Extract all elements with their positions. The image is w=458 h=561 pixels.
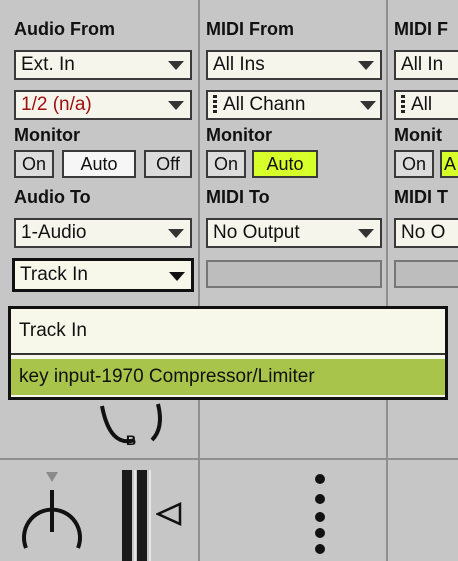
- more-dots-icon[interactable]: [314, 474, 326, 561]
- monitor-auto-button[interactable]: Auto: [62, 150, 136, 178]
- monitor-label: Monitor: [14, 125, 80, 145]
- audio-from-label: Audio From: [14, 19, 115, 39]
- dropdown-arrow-icon: [168, 229, 184, 238]
- empty-slot: [206, 260, 382, 288]
- section-divider: [0, 458, 458, 460]
- midi-from-label: MIDI F: [394, 19, 448, 39]
- dropdown-arrow-icon: [358, 229, 374, 238]
- midi-channel-icon: [401, 94, 405, 113]
- monitor-label: Monit: [394, 125, 442, 145]
- knob-b-label: B: [126, 432, 137, 448]
- dropdown-arrow-icon: [169, 272, 185, 281]
- monitor-on-button[interactable]: On: [394, 150, 434, 178]
- monitor-off-button[interactable]: Off: [144, 150, 192, 178]
- audio-from-select[interactable]: Ext. In: [14, 50, 192, 80]
- midi-to-label: MIDI T: [394, 187, 448, 207]
- monitor-auto-button[interactable]: A: [440, 150, 458, 178]
- monitor-label: Monitor: [206, 125, 272, 145]
- midi-channel-select[interactable]: All Chann: [206, 90, 382, 120]
- empty-slot: [394, 260, 458, 288]
- midi-from-select[interactable]: All Ins: [206, 50, 382, 80]
- monitor-on-button[interactable]: On: [206, 150, 246, 178]
- volume-knob-icon[interactable]: [16, 470, 86, 561]
- menu-item-key-input-compressor[interactable]: key input-1970 Compressor/Limiter: [11, 359, 445, 395]
- sidechain-input-select[interactable]: Track In: [12, 258, 194, 292]
- audio-channel-select[interactable]: 1/2 (n/a): [14, 90, 192, 120]
- menu-divider: [11, 353, 445, 355]
- midi-channel-icon: [213, 94, 217, 113]
- audio-to-label: Audio To: [14, 187, 91, 207]
- audio-to-select[interactable]: 1-Audio: [14, 218, 192, 248]
- dropdown-arrow-icon: [358, 61, 374, 70]
- dropdown-arrow-icon: [168, 101, 184, 110]
- monitor-auto-button[interactable]: Auto: [252, 150, 318, 178]
- midi-channel-select[interactable]: All: [394, 90, 458, 120]
- menu-item-track-in[interactable]: Track In: [11, 313, 445, 349]
- fader-pointer-icon[interactable]: [156, 502, 182, 526]
- midi-from-select[interactable]: All In: [394, 50, 458, 80]
- dropdown-arrow-icon: [168, 61, 184, 70]
- level-meter: [137, 470, 147, 561]
- midi-from-label: MIDI From: [206, 19, 294, 39]
- meter-gap: [134, 470, 136, 561]
- level-meter: [122, 470, 132, 561]
- input-dropdown-menu: Track In key input-1970 Compressor/Limit…: [8, 306, 448, 400]
- midi-to-select[interactable]: No Output: [206, 218, 382, 248]
- meter-gap: [149, 470, 151, 561]
- midi-to-select[interactable]: No O: [394, 218, 458, 248]
- dropdown-arrow-icon: [360, 101, 376, 110]
- midi-to-label: MIDI To: [206, 187, 270, 207]
- monitor-on-button[interactable]: On: [14, 150, 54, 178]
